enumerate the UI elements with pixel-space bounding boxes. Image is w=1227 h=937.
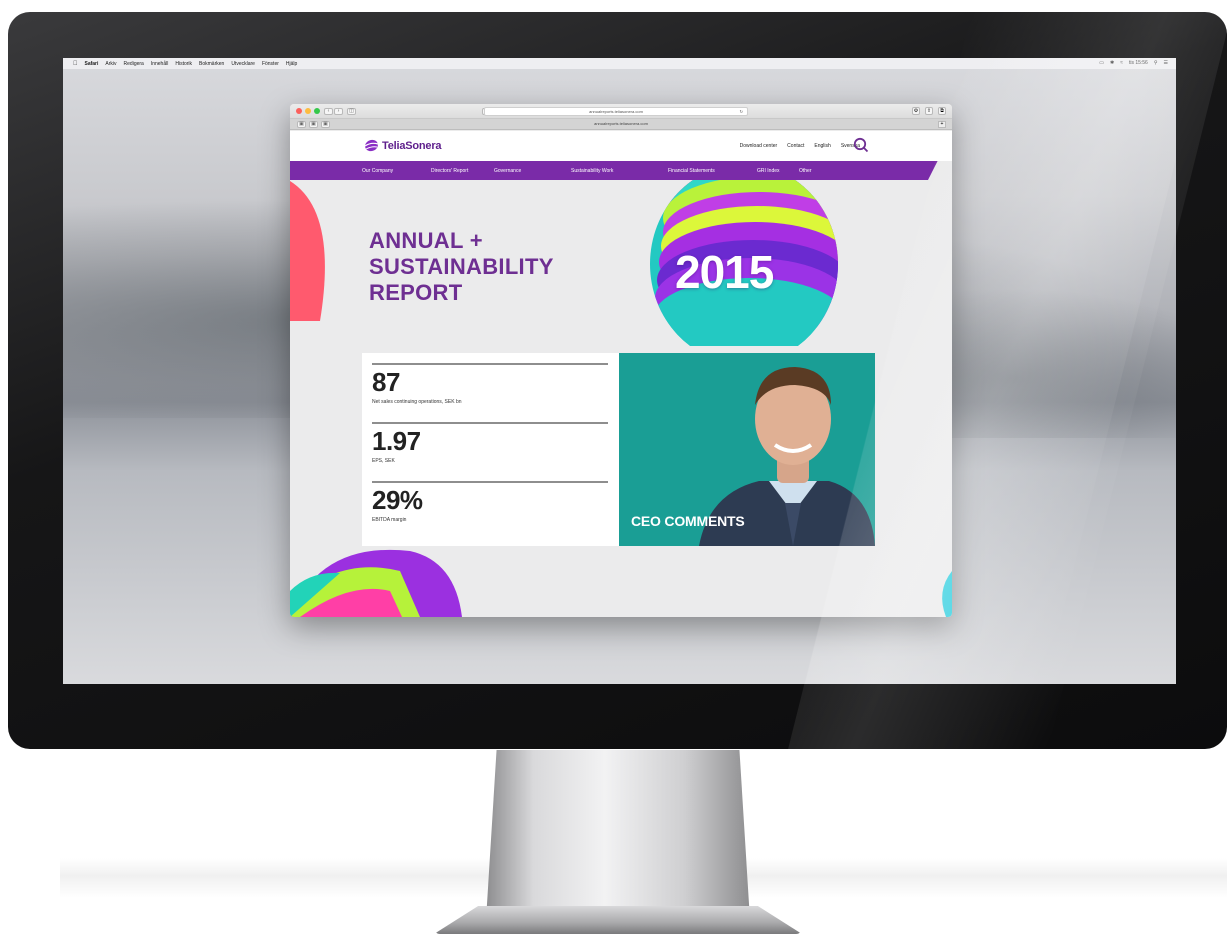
nav-gri-index[interactable]: GRI Index	[757, 168, 780, 174]
macos-menubar:  Safari Arkiv Redigera Innehåll Histori…	[63, 58, 1176, 69]
safari-window: ‹ › ◫ ✦ annualreports.teliasonera.com ↻ …	[290, 104, 952, 617]
util-link-english[interactable]: English	[814, 143, 830, 149]
reload-icon[interactable]: ↻	[740, 108, 743, 116]
decorative-sphere-right-edge	[942, 571, 952, 617]
nav-governance[interactable]: Governance	[494, 168, 521, 174]
spotlight-icon[interactable]: ⚲	[1154, 60, 1158, 66]
key-figure-value: 87	[372, 367, 400, 397]
monitor-stand	[486, 750, 750, 920]
util-link-contact[interactable]: Contact	[787, 143, 804, 149]
nav-other[interactable]: Other	[799, 168, 812, 174]
key-figure-eps[interactable]: 1.97 EPS, SEK	[372, 422, 608, 464]
menu-redigera[interactable]: Redigera	[124, 61, 144, 67]
sidebar-icon[interactable]: ◫	[347, 107, 356, 115]
utility-nav: Download center Contact English Svenska	[740, 143, 860, 149]
notification-center-icon[interactable]: ☰	[1164, 60, 1168, 66]
wifi-icon[interactable]: ≈	[1120, 60, 1123, 66]
hero-title: ANNUAL + SUSTAINABILITY REPORT	[369, 228, 554, 306]
new-tab-icon[interactable]: +	[938, 121, 946, 128]
ceo-comments-panel[interactable]: CEO COMMENTS	[619, 353, 875, 546]
menu-safari[interactable]: Safari	[85, 61, 99, 67]
nav-directors-report[interactable]: Directors' Report	[431, 168, 468, 174]
menu-bokmarken[interactable]: Bokmärken	[199, 61, 224, 67]
key-figure-label: Net sales continuing operations, SEK bn	[372, 399, 462, 405]
settings-icon[interactable]: ⚙	[912, 107, 920, 115]
menu-utvecklare[interactable]: Utvecklare	[231, 61, 255, 67]
menu-historik[interactable]: Historik	[175, 61, 192, 67]
close-window-button[interactable]	[296, 108, 302, 114]
airplay-icon[interactable]: ▭	[1099, 60, 1104, 66]
menu-fonster[interactable]: Fönster	[262, 61, 279, 67]
menu-arkiv[interactable]: Arkiv	[105, 61, 116, 67]
tab-bar: ▣ ▣ ▣ annualreports.teliasonera.com +	[290, 119, 952, 130]
web-page: TeliaSonera Download center Contact Engl…	[290, 131, 952, 617]
search-icon[interactable]	[853, 137, 869, 153]
bluetooth-icon[interactable]: ✱	[1110, 60, 1114, 66]
active-tab[interactable]: annualreports.teliasonera.com	[290, 121, 952, 126]
menu-innehall[interactable]: Innehåll	[151, 61, 169, 67]
util-link-download-center[interactable]: Download center	[740, 143, 778, 149]
key-figure-label: EPS, SEK	[372, 458, 395, 464]
decorative-sphere-left	[290, 171, 330, 321]
zoom-window-button[interactable]	[314, 108, 320, 114]
menu-hjalp[interactable]: Hjälp	[286, 61, 297, 67]
address-bar-url: annualreports.teliasonera.com	[589, 109, 643, 114]
key-figure-net-sales[interactable]: 87 Net sales continuing operations, SEK …	[372, 363, 608, 405]
menubar-status-area: ▭ ✱ ≈ tis 15:56 ⚲ ☰	[1099, 60, 1168, 66]
tabs-icon[interactable]: ⧉	[938, 107, 946, 115]
key-figures-panel: 87 Net sales continuing operations, SEK …	[362, 353, 619, 546]
main-nav: Our Company Directors' Report Governance…	[290, 161, 952, 180]
browser-toolbar: ‹ › ◫ ✦ annualreports.teliasonera.com ↻ …	[290, 104, 952, 119]
ceo-comments-label: CEO COMMENTS	[631, 513, 745, 529]
monitor-screen:  Safari Arkiv Redigera Innehåll Histori…	[63, 58, 1176, 684]
nav-financial-statements[interactable]: Financial Statements	[668, 168, 715, 174]
window-controls	[296, 108, 320, 114]
browser-toolbar-right: ⚙ ⇧ ⧉	[912, 107, 946, 115]
address-bar[interactable]: annualreports.teliasonera.com ↻	[484, 107, 748, 116]
logo-text: TeliaSonera	[382, 139, 442, 152]
key-figure-ebitda-margin[interactable]: 29% EBITDA margin	[372, 481, 608, 523]
teliasonera-logo-icon	[364, 139, 379, 152]
key-figure-label: EBITDA margin	[372, 517, 407, 523]
menubar-clock[interactable]: tis 15:56	[1129, 60, 1148, 66]
apple-icon[interactable]: 	[73, 61, 78, 67]
share-icon[interactable]: ⇧	[925, 107, 933, 115]
hero-title-line-3: REPORT	[369, 280, 463, 305]
monitor-stand-base	[434, 906, 802, 934]
forward-icon[interactable]: ›	[334, 107, 343, 115]
minimize-window-button[interactable]	[305, 108, 311, 114]
back-icon[interactable]: ‹	[324, 107, 333, 115]
key-figure-value: 1.97	[372, 426, 421, 456]
key-figure-value: 29%	[372, 485, 423, 515]
nav-our-company[interactable]: Our Company	[362, 168, 393, 174]
teliasonera-logo[interactable]: TeliaSonera	[364, 139, 442, 152]
nav-sustainability-work[interactable]: Sustainability Work	[571, 168, 613, 174]
hero-title-line-1: ANNUAL +	[369, 228, 483, 253]
hero-title-line-2: SUSTAINABILITY	[369, 254, 554, 279]
report-year: 2015	[675, 246, 774, 298]
site-header: TeliaSonera Download center Contact Engl…	[290, 131, 952, 161]
